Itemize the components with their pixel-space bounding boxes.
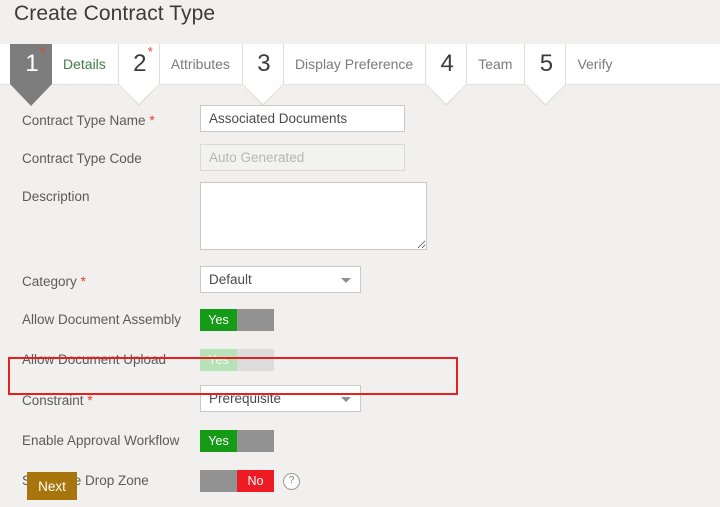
step-label-display-preference[interactable]: Display Preference <box>284 44 425 84</box>
label-allow-document-assembly: Allow Document Assembly <box>0 305 200 335</box>
field-constraint: Prerequisite <box>200 385 361 412</box>
field-description <box>200 182 427 250</box>
label-contract-type-name: Contract Type Name * <box>0 105 200 136</box>
step-required-asterisk-1: * <box>39 44 45 59</box>
required-asterisk-constraint: * <box>87 392 93 408</box>
row-category: Category * Default <box>0 266 720 297</box>
row-constraint: Constraint * Prerequisite <box>0 385 720 416</box>
step-pointer-fill-3 <box>242 84 283 104</box>
wizard-stepper: 1 * Details 2 * Attributes 3 Display Pre… <box>0 44 720 106</box>
field-category: Default <box>200 266 361 293</box>
contract-type-name-input[interactable] <box>200 105 405 132</box>
step-number-4: 4 <box>440 50 454 77</box>
field-allow-document-assembly: Yes <box>200 305 274 335</box>
step-label-details[interactable]: Details <box>52 44 118 84</box>
row-description: Description <box>0 182 720 254</box>
field-allow-document-upload: Yes <box>200 345 274 375</box>
label-text-contract-type-name: Contract Type Name <box>22 113 146 128</box>
step-number-1: 1 <box>25 50 39 77</box>
show-file-drop-zone-toggle[interactable]: No <box>200 470 274 492</box>
label-constraint: Constraint * <box>0 385 200 416</box>
wizard-step-attributes[interactable]: 2 * Attributes <box>117 44 242 106</box>
question-mark-icon[interactable]: ? <box>283 472 300 490</box>
constraint-selected-value: Prerequisite <box>209 391 282 406</box>
field-show-file-drop-zone: No ? <box>200 466 300 496</box>
label-text-allow-document-assembly: Allow Document Assembly <box>22 312 182 327</box>
toggle-knob-dropzone <box>200 470 237 492</box>
step-badge-3[interactable]: 3 <box>241 44 284 106</box>
field-enable-approval-workflow: Yes <box>200 426 274 456</box>
step-badge-5[interactable]: 5 <box>524 44 567 106</box>
allow-document-assembly-toggle[interactable]: Yes <box>200 309 274 331</box>
toggle-on-label-workflow: Yes <box>200 430 237 452</box>
category-selected-value: Default <box>209 272 252 287</box>
label-text-category: Category <box>22 274 77 289</box>
description-textarea[interactable] <box>200 182 427 250</box>
step-label-team[interactable]: Team <box>467 44 524 84</box>
enable-approval-workflow-toggle[interactable]: Yes <box>200 430 274 452</box>
wizard-step-team[interactable]: 4 Team <box>425 44 524 106</box>
field-contract-type-name <box>200 105 405 132</box>
step-badge-1[interactable]: 1 * <box>10 44 52 106</box>
row-contract-type-code: Contract Type Code <box>0 144 720 174</box>
contract-type-code-input[interactable] <box>200 144 405 171</box>
step-pointer-fill-1 <box>11 84 51 104</box>
label-allow-document-upload: Allow Document Upload <box>0 345 200 375</box>
label-contract-type-code: Contract Type Code <box>0 144 200 174</box>
row-show-file-drop-zone: Show File Drop Zone No ? <box>0 466 720 496</box>
step-badge-2[interactable]: 2 * <box>117 44 160 106</box>
toggle-on-label-upload: Yes <box>200 349 237 371</box>
toggle-knob-workflow <box>237 430 274 452</box>
row-allow-document-assembly: Allow Document Assembly Yes <box>0 305 720 335</box>
wizard-step-details[interactable]: 1 * Details <box>10 44 118 106</box>
step-pointer-fill-4 <box>426 84 467 104</box>
allow-document-upload-toggle[interactable]: Yes <box>200 349 274 371</box>
step-number-5: 5 <box>539 50 554 77</box>
toggle-knob-assembly <box>237 309 274 331</box>
step-pointer-fill-5 <box>525 84 566 104</box>
page-title: Create Contract Type <box>14 2 216 25</box>
step-required-asterisk-2: * <box>147 44 153 59</box>
label-text-constraint: Constraint <box>22 393 84 408</box>
step-pointer-fill-2 <box>118 84 159 104</box>
label-enable-approval-workflow: Enable Approval Workflow <box>0 426 200 456</box>
chevron-down-icon <box>341 278 351 283</box>
toggle-on-label-assembly: Yes <box>200 309 237 331</box>
row-contract-type-name: Contract Type Name * <box>0 105 720 136</box>
wizard-step-verify[interactable]: 5 Verify <box>524 44 624 106</box>
label-text-description: Description <box>22 189 90 204</box>
contract-type-form: Contract Type Name * Contract Type Code … <box>0 105 720 506</box>
wizard-step-display-preference[interactable]: 3 Display Preference <box>241 44 425 106</box>
label-description: Description <box>0 182 200 212</box>
category-select[interactable]: Default <box>200 266 361 293</box>
step-label-verify[interactable]: Verify <box>566 44 624 84</box>
step-number-3: 3 <box>257 50 271 77</box>
step-number-2: 2 <box>133 50 147 77</box>
row-allow-document-upload: Allow Document Upload Yes <box>0 345 720 375</box>
step-badge-4[interactable]: 4 <box>425 44 468 106</box>
label-text-allow-document-upload: Allow Document Upload <box>22 352 167 367</box>
required-asterisk-category: * <box>80 273 86 289</box>
label-category: Category * <box>0 266 200 297</box>
row-enable-approval-workflow: Enable Approval Workflow Yes <box>0 426 720 456</box>
required-asterisk-contract-type-name: * <box>149 112 155 128</box>
toggle-knob-upload <box>237 349 274 371</box>
next-button[interactable]: Next <box>27 472 77 500</box>
constraint-select[interactable]: Prerequisite <box>200 385 361 412</box>
step-label-attributes[interactable]: Attributes <box>160 44 242 84</box>
chevron-down-icon <box>341 397 351 402</box>
label-text-enable-approval-workflow: Enable Approval Workflow <box>22 433 180 448</box>
field-contract-type-code <box>200 144 405 171</box>
toggle-off-label-dropzone: No <box>237 470 274 492</box>
label-text-contract-type-code: Contract Type Code <box>22 151 142 166</box>
